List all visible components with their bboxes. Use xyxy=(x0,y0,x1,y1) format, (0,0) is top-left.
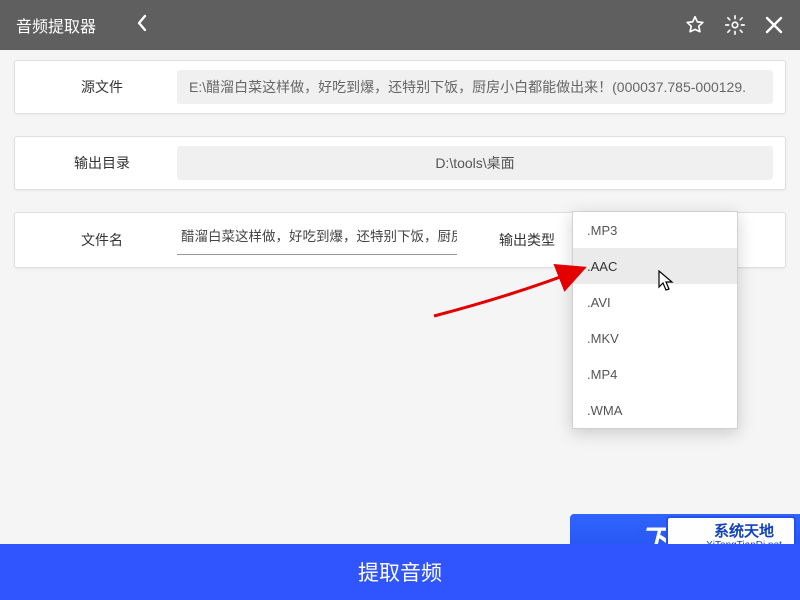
output-dir-label: 输出目录 xyxy=(27,153,177,173)
filename-input[interactable]: 醋溜白菜这样做，好吃到爆，还特别下饭，厨房小白 xyxy=(177,225,457,255)
option-mkv[interactable]: .MKV xyxy=(573,320,737,356)
titlebar: 音频提取器 xyxy=(0,0,800,50)
output-dir-panel: 输出目录 D:\tools\桌面 xyxy=(14,136,786,190)
option-avi[interactable]: .AVI xyxy=(573,284,737,320)
output-type-label: 输出类型 xyxy=(487,230,567,250)
back-icon[interactable] xyxy=(136,14,148,37)
watermark-brand: 系统天地 xyxy=(714,524,774,539)
settings-icon[interactable] xyxy=(724,14,746,36)
option-aac[interactable]: .AAC xyxy=(573,248,737,284)
favorite-icon[interactable] xyxy=(684,14,706,36)
output-dir-field[interactable]: D:\tools\桌面 xyxy=(177,146,773,180)
source-file-label: 源文件 xyxy=(27,77,177,97)
output-type-dropdown: .MP3 .AAC .AVI .MKV .MP4 .WMA xyxy=(572,211,738,429)
close-icon[interactable] xyxy=(764,15,784,35)
option-wma[interactable]: .WMA xyxy=(573,392,737,428)
source-file-panel: 源文件 E:\醋溜白菜这样做，好吃到爆，还特别下饭，厨房小白都能做出来！(000… xyxy=(14,60,786,114)
extract-audio-button[interactable]: 提取音频 xyxy=(0,544,800,600)
option-mp4[interactable]: .MP4 xyxy=(573,356,737,392)
app-title: 音频提取器 xyxy=(16,13,96,37)
option-mp3[interactable]: .MP3 xyxy=(573,212,737,248)
filename-label: 文件名 xyxy=(27,230,177,250)
source-file-field[interactable]: E:\醋溜白菜这样做，好吃到爆，还特别下饭，厨房小白都能做出来！(000037.… xyxy=(177,70,773,104)
extract-audio-label: 提取音频 xyxy=(358,557,442,587)
